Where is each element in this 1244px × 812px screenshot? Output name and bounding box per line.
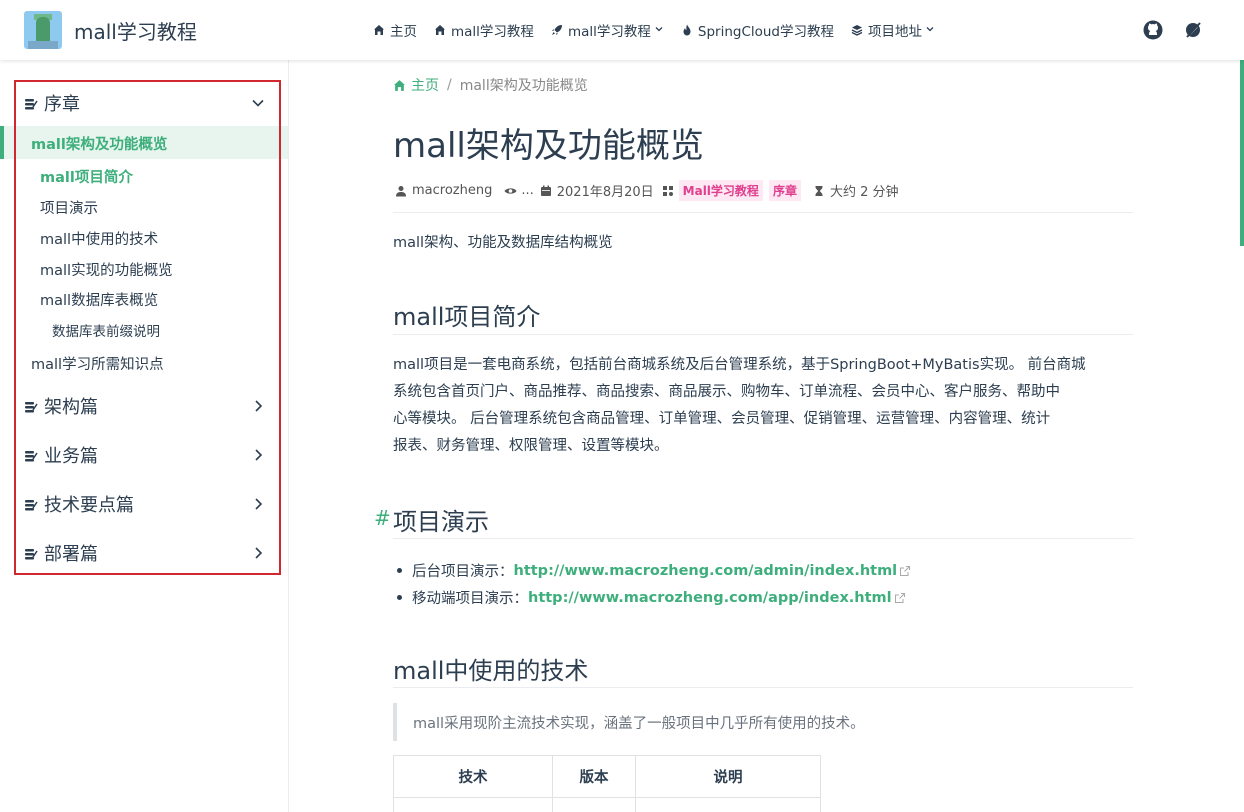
chevron-right-icon [250, 447, 266, 463]
hourglass-icon [813, 185, 825, 197]
page-meta: macrozheng ... 2021年8月20日 Mall学习教程 序章 大约… [395, 180, 905, 201]
table-cell [393, 797, 553, 812]
external-link-icon [894, 592, 906, 604]
sidebar-group-business[interactable]: 业务篇 [24, 440, 274, 470]
main-content: 主页 / mall架构及功能概览 mall架构及功能概览 macrozheng … [290, 60, 1240, 812]
heading-demo: 项目演示 [393, 508, 489, 536]
meta-date: 2021年8月20日 [540, 181, 654, 200]
external-link-icon [899, 565, 911, 577]
layers-icon [850, 23, 864, 37]
home-icon [433, 23, 447, 37]
intro-paragraph: mall项目是一套电商系统，包括前台商城系统及后台管理系统，基于SpringBo… [393, 357, 1086, 454]
list-item: 移动端项目演示： http://www.macrozheng.com/app/i… [393, 587, 906, 608]
table-header-row: 技术 版本 说明 [393, 755, 821, 798]
meta-category: Mall学习教程 序章 [662, 180, 807, 201]
chevron-right-icon [250, 398, 266, 414]
book-icon [24, 448, 38, 462]
bullet [397, 568, 402, 573]
calendar-icon [540, 185, 552, 197]
nav-right-tools [1124, 19, 1204, 41]
sidebar-group-architecture[interactable]: 架构篇 [24, 391, 274, 421]
theme-toggle-icon[interactable] [1182, 19, 1204, 41]
top-navbar: mall学习教程 主页 mall学习教程 mall学习教程 SpringClou… [0, 0, 1244, 60]
rocket-icon [550, 23, 564, 37]
nav-link-mall-tutorial[interactable]: mall学习教程 [433, 20, 534, 40]
chevron-down-icon [925, 24, 935, 37]
table-header: 版本 [552, 755, 636, 798]
site-title: mall学习教程 [74, 19, 197, 44]
sidebar-group-deploy[interactable]: 部署篇 [24, 538, 274, 568]
brand-link[interactable]: mall学习教程 [24, 11, 197, 49]
tag-preface[interactable]: 序章 [768, 180, 801, 201]
sidebar-item-tech[interactable]: mall中使用的技术 [40, 228, 158, 249]
github-icon[interactable] [1142, 19, 1164, 41]
sidebar-item-mall-overview[interactable]: mall架构及功能概览 [31, 133, 167, 154]
breadcrumb: 主页 / mall架构及功能概览 [393, 75, 588, 95]
nav-link-project-address[interactable]: 项目地址 [850, 20, 935, 40]
fire-icon [680, 23, 694, 37]
breadcrumb-separator: / [447, 77, 452, 93]
tech-table: 技术 版本 说明 [393, 755, 821, 812]
bullet [397, 595, 402, 600]
heading-mall-intro: mall项目简介 [393, 303, 541, 331]
book-icon [24, 96, 38, 110]
heading-tech: mall中使用的技术 [393, 657, 589, 685]
sidebar-item-mall-intro[interactable]: mall项目简介 [40, 166, 133, 187]
meta-author[interactable]: macrozheng [395, 183, 492, 198]
page-summary: mall架构、功能及数据库结构概览 [393, 235, 613, 251]
sidebar: 序章 mall架构及功能概览 mall项目简介 项目演示 mall中使用的技术 … [0, 60, 289, 812]
home-icon [393, 79, 406, 92]
book-icon [24, 399, 38, 413]
site-logo [24, 11, 62, 49]
heading-divider [393, 334, 1133, 335]
meta-reading-time: 大约 2 分钟 [813, 181, 899, 200]
sidebar-item-db-prefix[interactable]: 数据库表前缀说明 [52, 320, 160, 340]
user-icon [395, 185, 407, 197]
page-title: mall架构及功能概览 [393, 126, 704, 166]
breadcrumb-home[interactable]: 主页 [393, 75, 439, 95]
eye-icon [504, 185, 517, 197]
chevron-down-icon [654, 24, 664, 37]
nav-link-mall-tutorial-dropdown[interactable]: mall学习教程 [550, 20, 664, 40]
meta-views: ... [504, 183, 534, 198]
sidebar-item-knowledge[interactable]: mall学习所需知识点 [31, 353, 164, 374]
tag-mall-tutorial[interactable]: Mall学习教程 [678, 180, 763, 201]
scrollbar-thumb[interactable] [1240, 60, 1244, 246]
list-item: 后台项目演示： http://www.macrozheng.com/admin/… [393, 560, 911, 581]
table-header: 说明 [635, 755, 821, 798]
chevron-right-icon [250, 545, 266, 561]
home-icon [372, 23, 386, 37]
heading-divider [393, 538, 1133, 539]
sidebar-group-preface[interactable]: 序章 [24, 88, 274, 118]
nav-link-springcloud[interactable]: SpringCloud学习教程 [680, 20, 834, 40]
table-cell [635, 797, 821, 812]
meta-divider [393, 212, 1133, 213]
chevron-right-icon [250, 496, 266, 512]
admin-demo-link[interactable]: http://www.macrozheng.com/admin/index.ht… [514, 563, 898, 579]
table-cell [552, 797, 636, 812]
tech-quote: mall采用现阶主流技术实现，涵盖了一般项目中几乎所有使用的技术。 [393, 703, 1133, 741]
heading-divider [393, 687, 1133, 688]
chevron-down-icon [250, 95, 266, 111]
category-icon [662, 185, 674, 197]
table-header: 技术 [393, 755, 553, 798]
sidebar-item-db-tables[interactable]: mall数据库表概览 [40, 289, 158, 310]
sidebar-item-demo[interactable]: 项目演示 [40, 197, 98, 218]
nav-links: 主页 mall学习教程 mall学习教程 SpringCloud学习教程 项目地… [372, 0, 951, 60]
sidebar-item-features[interactable]: mall实现的功能概览 [40, 259, 173, 280]
book-icon [24, 497, 38, 511]
nav-link-home[interactable]: 主页 [372, 20, 417, 40]
sidebar-group-tech-points[interactable]: 技术要点篇 [24, 489, 274, 519]
mobile-demo-link[interactable]: http://www.macrozheng.com/app/index.html [528, 590, 892, 606]
heading-anchor[interactable]: # [374, 506, 391, 530]
book-icon [24, 546, 38, 560]
breadcrumb-current: mall架构及功能概览 [459, 78, 588, 94]
table-row [393, 797, 821, 812]
